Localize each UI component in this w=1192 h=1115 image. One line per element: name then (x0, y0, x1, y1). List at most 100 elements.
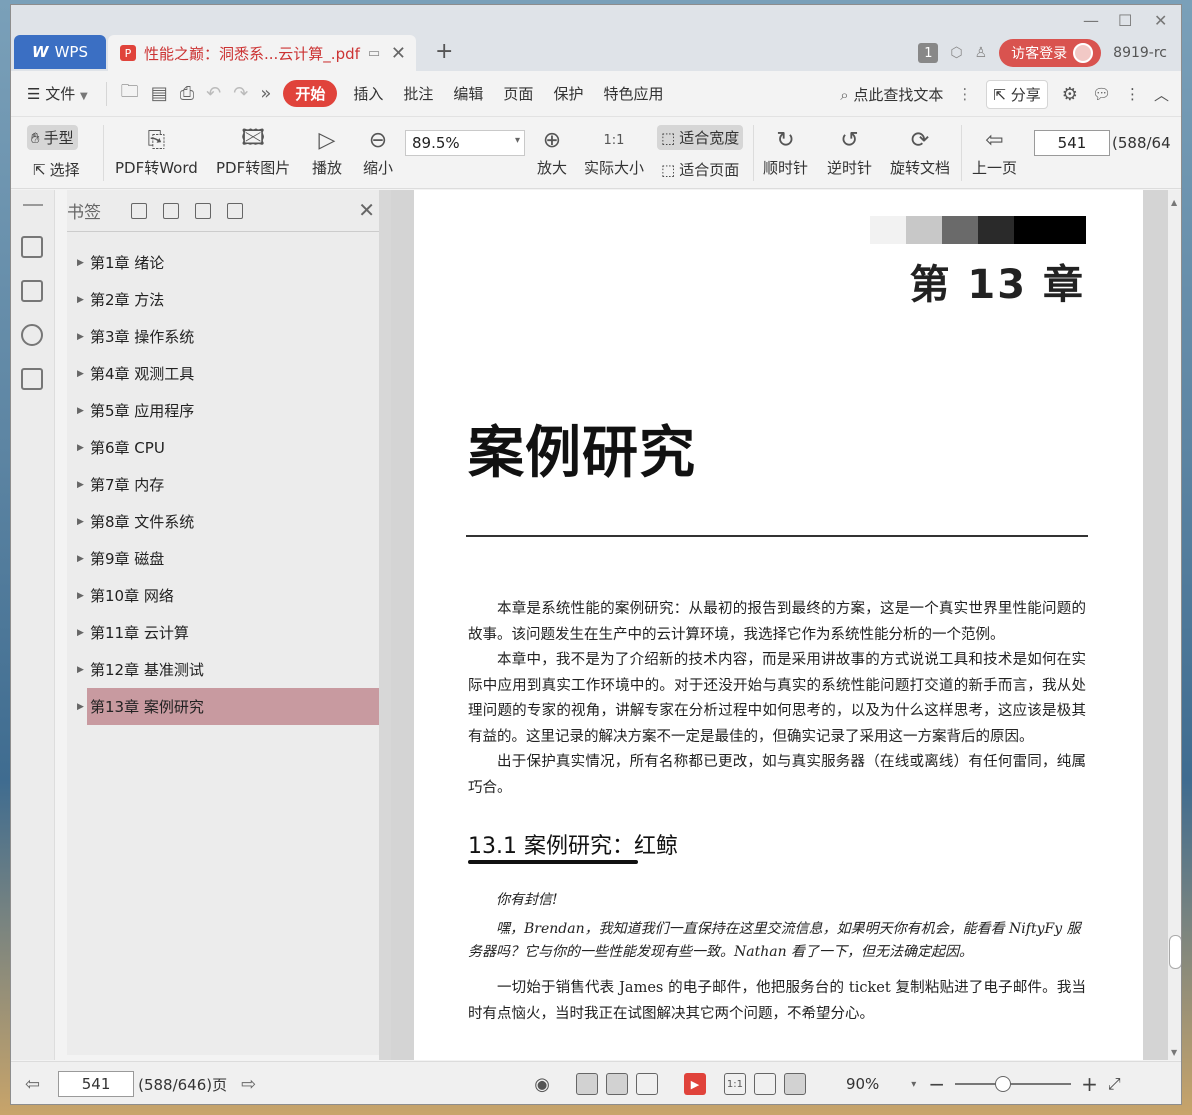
window-count-badge[interactable]: 1 (918, 43, 939, 63)
list-item[interactable]: ▶ 第6章 CPU (67, 429, 379, 466)
tab-annotate[interactable]: 批注 (393, 83, 443, 104)
caret-right-icon[interactable]: ▶ (77, 369, 84, 379)
list-item[interactable]: ▶ 第10章 网络 (67, 577, 379, 614)
list-item[interactable]: ▶ 第7章 内存 (67, 466, 379, 503)
zoom-slider[interactable] (955, 1076, 1072, 1092)
continuous-view-icon[interactable] (575, 1073, 598, 1095)
zoom-out-icon[interactable]: − (928, 1072, 945, 1096)
single-page-icon[interactable] (605, 1073, 628, 1095)
list-item[interactable]: ▶ 第12章 基准测试 (67, 651, 379, 688)
file-menu[interactable]: ☰ 文件 ▼ (11, 83, 98, 104)
collapse-ribbon-icon[interactable]: ︿ (1154, 84, 1169, 105)
rotate-counterclockwise-button[interactable]: ↺ 逆时针 (827, 125, 872, 178)
caret-right-icon[interactable]: ▶ (77, 332, 84, 342)
caret-right-icon[interactable]: ▶ (77, 443, 84, 453)
tab-wps-home[interactable]: W WPS (14, 35, 106, 69)
caret-right-icon[interactable]: ▶ (77, 554, 84, 564)
collapse-all-icon[interactable] (163, 202, 179, 219)
pdf-to-image-button[interactable]: 🖾 PDF转图片 (216, 125, 290, 178)
tab-protect[interactable]: 保护 (543, 83, 593, 104)
tab-special-apps[interactable]: 特色应用 (593, 83, 673, 104)
list-item[interactable]: ▶ 第8章 文件系统 (67, 503, 379, 540)
undo-icon[interactable]: ↶ (206, 83, 221, 104)
caret-right-icon[interactable]: ▶ (77, 258, 84, 268)
new-tab-button[interactable]: + (435, 39, 453, 64)
expand-all-icon[interactable] (131, 202, 147, 219)
minimize-button[interactable]: — (1083, 11, 1099, 30)
comment-icon[interactable]: 💬︎ (1092, 85, 1111, 103)
find-text-button[interactable]: ⌕ 点此查找文本 (840, 84, 943, 105)
list-item[interactable]: ▶ 第1章 绪论 (67, 244, 379, 281)
vertical-scrollbar[interactable]: ▲ ▼ (1168, 190, 1181, 1060)
save-icon[interactable]: ▤ (151, 83, 168, 104)
caret-right-icon[interactable]: ▶ (77, 665, 84, 675)
list-item[interactable]: ▶ 第9章 磁盘 (67, 540, 379, 577)
hand-tool-button[interactable]: ✋︎ 手型 (27, 125, 78, 150)
more-icon[interactable]: ⋮ (1125, 85, 1140, 103)
status-zoom-value[interactable]: 90% (846, 1075, 879, 1093)
page-number-input[interactable]: 541 (1034, 130, 1110, 156)
gear-icon[interactable]: ⚙ (1062, 84, 1078, 105)
maximize-button[interactable]: ☐ (1118, 11, 1132, 30)
list-item[interactable]: ▶ 第2章 方法 (67, 281, 379, 318)
caret-right-icon[interactable]: ▶ (77, 628, 84, 638)
rotate-document-button[interactable]: ⟳ 旋转文档 (890, 125, 950, 178)
tab-insert[interactable]: 插入 (343, 83, 393, 104)
zoom-in-icon[interactable]: + (1081, 1072, 1098, 1096)
scroll-up-icon[interactable]: ▲ (1171, 198, 1177, 207)
add-bookmark-icon[interactable] (195, 202, 211, 219)
redo-icon[interactable]: ↷ (233, 83, 248, 104)
bookmark-panel-icon[interactable] (21, 368, 43, 390)
list-item-selected[interactable]: ▶ 第13章 案例研究 (77, 688, 379, 725)
skin-icon[interactable]: ⬡ (950, 45, 962, 61)
list-item[interactable]: ▶ 第3章 操作系统 (67, 318, 379, 355)
vertical-more-icon[interactable]: ⋮ (957, 85, 972, 103)
fit-width-button[interactable]: ⬚ 适合宽度 (657, 125, 744, 150)
chevron-down-icon[interactable]: ▾ (911, 1079, 916, 1090)
list-item[interactable]: ▶ 第4章 观测工具 (67, 355, 379, 392)
share-button[interactable]: ⇱ 分享 (986, 79, 1048, 109)
document-view[interactable]: 第 13 章 案例研究 本章是系统性能的案例研究：从最初的报告到最终的方案，这是… (391, 190, 1168, 1060)
actual-size-button[interactable]: 1:1 实际大小 (584, 125, 644, 178)
two-page-icon[interactable] (635, 1073, 658, 1095)
scroll-down-icon[interactable]: ▼ (1171, 1048, 1177, 1057)
pdf-to-word-button[interactable]: ⎘ PDF转Word (115, 125, 198, 178)
more-chevron-icon[interactable]: » (260, 83, 271, 104)
rotate-clockwise-button[interactable]: ↻ 顺时针 (763, 125, 808, 178)
zoom-select[interactable]: 89.5% ▾ (405, 130, 525, 156)
play-button[interactable]: ▷ 播放 (312, 125, 342, 178)
zoom-slider-knob[interactable] (994, 1076, 1011, 1092)
select-tool-button[interactable]: ⇱ 选择 (33, 159, 80, 180)
caret-right-icon[interactable]: ▶ (77, 406, 84, 416)
status-page-input[interactable]: 541 (58, 1071, 135, 1097)
fit-width-icon[interactable] (783, 1073, 806, 1095)
close-icon[interactable]: ✕ (358, 198, 375, 222)
prev-page-icon[interactable]: ⇦ (25, 1074, 40, 1095)
actual-size-icon[interactable]: 1:1 (723, 1073, 746, 1095)
tab-page[interactable]: 页面 (493, 83, 543, 104)
open-folder-icon[interactable]: 🗀 (121, 79, 139, 109)
annotation-icon[interactable] (21, 324, 43, 346)
close-window-button[interactable]: ✕ (1154, 11, 1167, 30)
print-icon[interactable]: ⎙ (180, 83, 194, 104)
thumbnail-image-icon[interactable] (21, 280, 43, 302)
tab-start[interactable]: 开始 (283, 80, 338, 107)
caret-right-icon[interactable]: ▶ (77, 517, 84, 527)
guest-login-button[interactable]: 访客登录 (999, 39, 1102, 67)
caret-right-icon[interactable]: ▶ (77, 591, 84, 601)
zoom-in-button[interactable]: ⊕ 放大 (537, 125, 567, 178)
outline-icon[interactable] (21, 236, 43, 258)
scrollbar-thumb[interactable] (1169, 935, 1181, 969)
caret-right-icon[interactable]: ▶ (77, 295, 84, 305)
next-page-icon[interactable]: ⇨ (241, 1074, 256, 1095)
caret-right-icon[interactable]: ▶ (77, 702, 84, 712)
zoom-out-button[interactable]: ⊖ 缩小 (363, 125, 393, 178)
fit-page-button[interactable]: ⬚ 适合页面 (661, 159, 739, 180)
fit-page-icon[interactable] (753, 1073, 776, 1095)
bookmark-options-icon[interactable] (227, 202, 243, 219)
fullscreen-icon[interactable]: ⤢ (1108, 1074, 1121, 1094)
caret-right-icon[interactable]: ▶ (77, 480, 84, 490)
tab-edit[interactable]: 编辑 (443, 83, 493, 104)
tab-close-button[interactable]: ✕ (391, 43, 406, 64)
play-slideshow-icon[interactable]: ▶ (683, 1073, 706, 1095)
